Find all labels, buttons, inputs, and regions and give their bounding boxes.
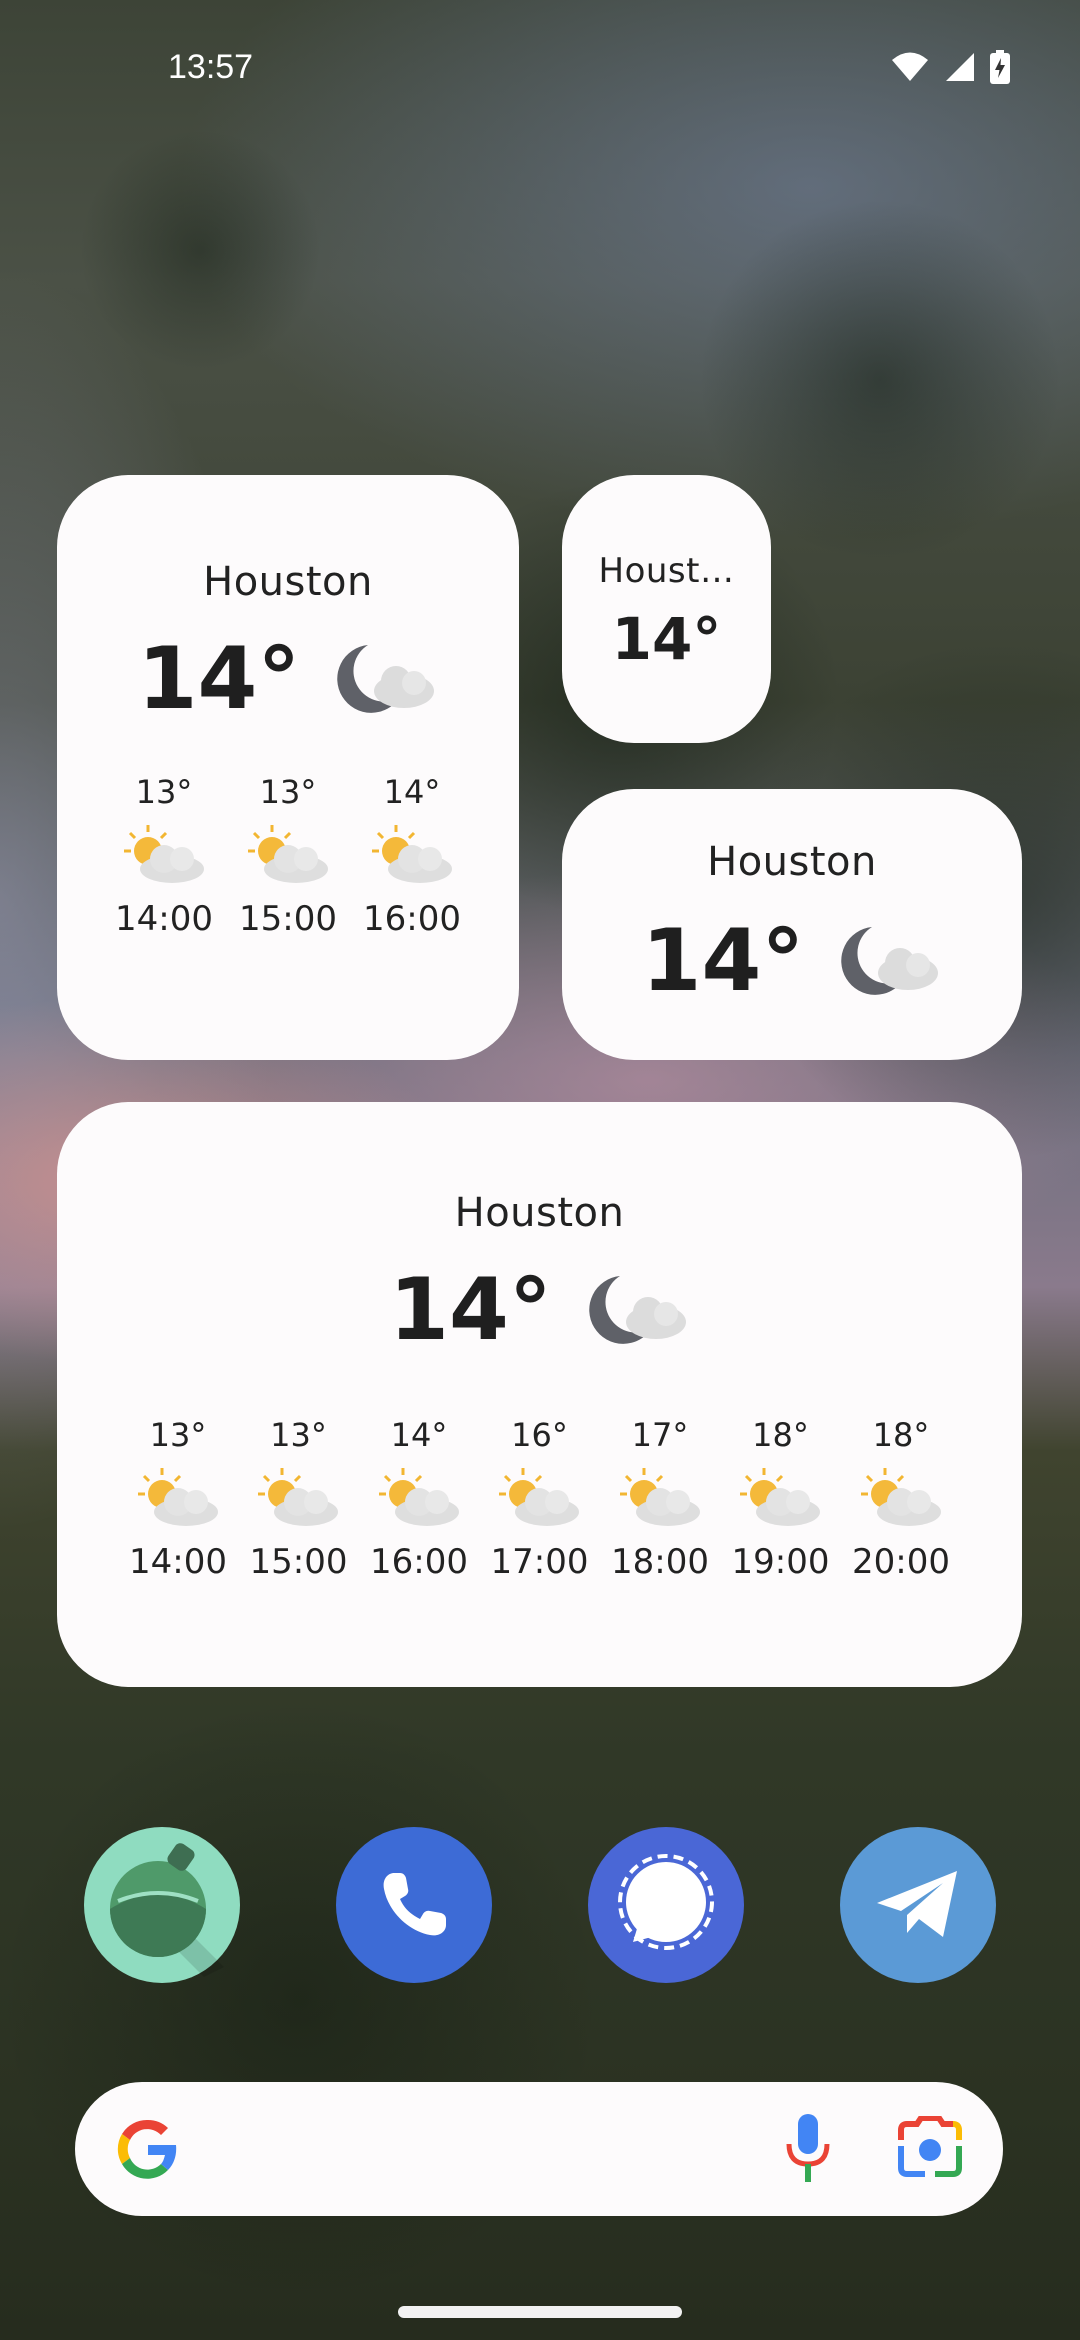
forecast-item: 14° 16:00: [363, 773, 461, 939]
forecast-temp: 18°: [752, 1416, 809, 1454]
forecast-time: 16:00: [370, 1542, 468, 1582]
forecast-item: 14° 16:00: [370, 1416, 468, 1582]
weather-widget-wide[interactable]: Houston 14° 13° 14:00 13° 15:00 14° 16:0…: [57, 1102, 1022, 1687]
forecast-item: 13° 14:00: [129, 1416, 227, 1582]
partly-cloudy-day-icon: [258, 1468, 339, 1526]
forecast-item: 18° 19:00: [732, 1416, 830, 1582]
forecast-temp: 14°: [383, 773, 441, 811]
partly-cloudy-night-icon: [589, 1276, 686, 1344]
google-g-icon: [117, 2119, 177, 2179]
current-temp: 14°: [389, 1260, 552, 1360]
forecast-temp: 16°: [511, 1416, 568, 1454]
hourly-forecast: 13° 14:00 13° 15:00 14°: [115, 773, 461, 939]
forecast-time: 17:00: [490, 1542, 589, 1582]
phone-handset-icon: [383, 1873, 446, 1936]
forecast-temp: 13°: [259, 773, 317, 811]
widget-city: Houston: [454, 1190, 625, 1236]
partly-cloudy-day-icon: [740, 1468, 821, 1526]
partly-cloudy-day-icon: [860, 1468, 941, 1526]
forecast-temp: 13°: [149, 1416, 207, 1454]
widget-city: Houst…: [598, 551, 735, 591]
forecast-time: 14:00: [115, 899, 213, 939]
partly-cloudy-day-icon: [378, 1468, 459, 1526]
status-icons: [890, 50, 1010, 84]
weather-widget-large[interactable]: Houston 14° 13° 14:00 13° 15:00 14° 16:0…: [57, 475, 519, 1060]
cell-signal-icon: [946, 53, 974, 81]
forecast-temp: 17°: [631, 1416, 689, 1454]
microphone-icon[interactable]: [783, 2112, 833, 2184]
battery-charging-icon: [990, 50, 1010, 84]
forecast-item: 18° 20:00: [852, 1416, 950, 1582]
telegram-app-icon[interactable]: [840, 1827, 996, 1983]
current-temp: 14°: [611, 605, 722, 673]
forecast-temp: 13°: [135, 773, 193, 811]
current-weather: 14°: [57, 1260, 1022, 1360]
gesture-nav-handle[interactable]: [398, 2306, 682, 2318]
partly-cloudy-day-icon: [619, 1468, 700, 1526]
forecast-item: 13° 15:00: [250, 1416, 348, 1582]
potion-app-icon[interactable]: [84, 1827, 240, 1983]
forecast-temp: 14°: [390, 1416, 448, 1454]
forecast-time: 20:00: [852, 1542, 950, 1582]
widget-city: Houston: [203, 559, 373, 605]
current-temp: 14°: [641, 911, 805, 1011]
forecast-item: 13° 14:00: [115, 773, 213, 939]
weather-widget-small[interactable]: Houst… 14°: [562, 475, 771, 743]
widget-city: Houston: [707, 839, 877, 885]
wifi-icon: [892, 52, 928, 81]
forecast-time: 15:00: [249, 1542, 348, 1582]
phone-app-icon[interactable]: [336, 1827, 492, 1983]
forecast-item: 17° 18:00: [611, 1416, 709, 1582]
status-time: 13:57: [168, 48, 254, 86]
partly-cloudy-day-icon: [371, 825, 452, 883]
signal-app-icon[interactable]: [588, 1827, 744, 1983]
potion-flask-icon: [110, 1843, 224, 1977]
forecast-item: 16° 17:00: [491, 1416, 589, 1582]
telegram-plane-icon: [877, 1871, 957, 1937]
forecast-temp: 18°: [872, 1416, 930, 1454]
forecast-time: 18:00: [611, 1542, 709, 1582]
partly-cloudy-night-icon: [841, 927, 939, 995]
partly-cloudy-day-icon: [137, 1468, 218, 1526]
forecast-time: 14:00: [129, 1542, 227, 1582]
hourly-forecast: 13° 14:00 13° 15:00 14°: [129, 1416, 950, 1582]
forecast-time: 16:00: [363, 899, 461, 939]
signal-bubble-icon: [618, 1854, 714, 1950]
current-weather: 14°: [57, 629, 519, 729]
forecast-time: 19:00: [731, 1542, 830, 1582]
current-weather: 14°: [562, 911, 1022, 1011]
status-bar: 13:57: [0, 0, 1080, 140]
forecast-temp: 13°: [270, 1416, 327, 1454]
weather-widget-medium[interactable]: Houston 14°: [562, 789, 1022, 1060]
partly-cloudy-day-icon: [123, 825, 204, 883]
forecast-item: 13° 15:00: [239, 773, 337, 939]
current-temp: 14°: [137, 629, 301, 729]
partly-cloudy-day-icon: [499, 1468, 580, 1526]
forecast-time: 15:00: [239, 899, 337, 939]
partly-cloudy-night-icon: [337, 645, 435, 713]
google-lens-icon[interactable]: [895, 2116, 965, 2180]
google-search-bar[interactable]: [75, 2082, 1003, 2216]
partly-cloudy-day-icon: [247, 825, 328, 883]
